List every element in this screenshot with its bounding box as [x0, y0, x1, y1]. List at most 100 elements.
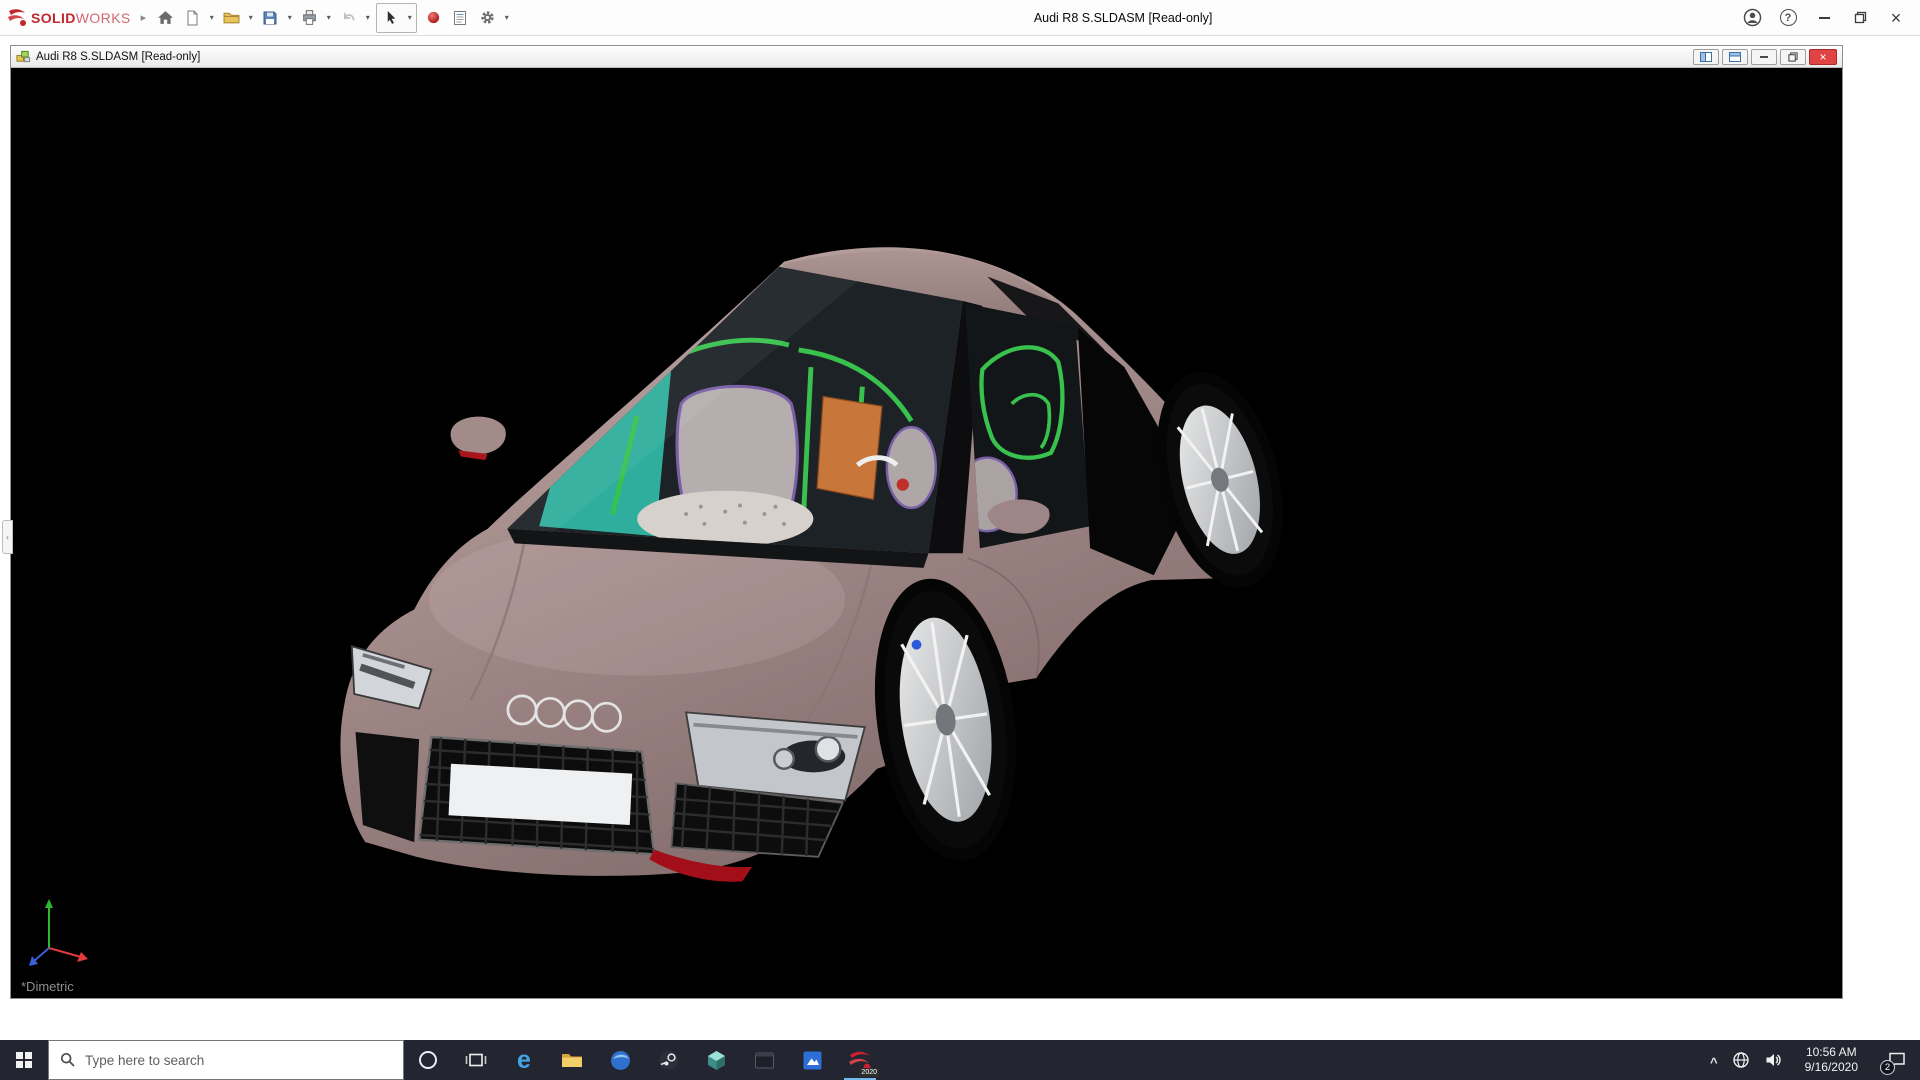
- app-close-button[interactable]: ×: [1878, 0, 1914, 36]
- chevron-up-icon: ^: [1710, 1055, 1718, 1070]
- rebuild-button[interactable]: [420, 4, 446, 32]
- edge-icon: e: [517, 1048, 531, 1073]
- select-tool-dropdown-icon[interactable]: ▾: [404, 4, 415, 32]
- new-document-dropdown-icon[interactable]: ▾: [206, 4, 217, 32]
- doc-close-button[interactable]: ×: [1809, 49, 1837, 65]
- app-window-controls: ? ×: [1734, 0, 1914, 36]
- help-button[interactable]: ?: [1770, 0, 1806, 36]
- undo-dropdown-icon[interactable]: ▾: [362, 4, 373, 32]
- window-layout-button-1[interactable]: [1693, 49, 1719, 65]
- speaker-icon: [1764, 1051, 1782, 1069]
- left-mirror: [451, 417, 506, 454]
- solidworks-wordmark: SOLIDWORKS: [31, 10, 131, 26]
- pinned-app-4-icon: [753, 1049, 776, 1072]
- license-plate: [449, 764, 633, 825]
- action-center-button[interactable]: 2: [1874, 1040, 1920, 1080]
- print-dropdown-icon[interactable]: ▾: [323, 4, 334, 32]
- select-tool-group: ▾: [376, 3, 417, 33]
- tile-pane-icon: [1729, 52, 1741, 62]
- graphics-viewport[interactable]: *Dimetric: [11, 68, 1842, 998]
- close-icon: ×: [1891, 9, 1902, 27]
- new-document-button[interactable]: [179, 4, 205, 32]
- view-orientation-label: *Dimetric: [21, 979, 74, 994]
- help-icon: ?: [1780, 9, 1797, 26]
- task-view-button[interactable]: [452, 1040, 500, 1080]
- file-properties-button[interactable]: [447, 4, 473, 32]
- windows-taskbar: Type here to search e: [0, 1040, 1920, 1080]
- solidworks-logo-icon: [6, 7, 28, 29]
- file-explorer-icon: [560, 1048, 584, 1072]
- app-restore-button[interactable]: [1842, 0, 1878, 36]
- pinned-app-2-button[interactable]: [644, 1040, 692, 1080]
- options-button[interactable]: [474, 4, 500, 32]
- pinned-app-2-icon: [657, 1049, 680, 1072]
- open-dropdown-icon[interactable]: ▾: [245, 4, 256, 32]
- solidworks-taskbar-button[interactable]: 2020: [836, 1040, 884, 1080]
- document-titlebar[interactable]: Audi R8 S.SLDASM [Read-only]: [11, 46, 1842, 68]
- toolbar-flyout-arrow-icon[interactable]: ▸: [141, 11, 147, 24]
- volume-button[interactable]: [1757, 1040, 1789, 1080]
- desktop-screen: SOLIDWORKS ▸ ▾ ▾: [0, 0, 1920, 1080]
- network-globe-icon: [1732, 1051, 1750, 1069]
- car-3d-model[interactable]: [331, 232, 1286, 894]
- edge-button[interactable]: e: [500, 1040, 548, 1080]
- notification-count-badge: 2: [1880, 1060, 1895, 1075]
- cortana-icon: [417, 1049, 439, 1071]
- pinned-app-5-icon: [801, 1049, 824, 1072]
- app-titlebar: SOLIDWORKS ▸ ▾ ▾: [0, 0, 1920, 36]
- pinned-app-1-icon: [609, 1049, 632, 1072]
- system-tray: ^ 10:56 AM 9/16/2020: [1703, 1040, 1920, 1080]
- windows-logo-icon: [16, 1052, 32, 1068]
- cortana-button[interactable]: [404, 1040, 452, 1080]
- minimize-icon: [1760, 56, 1768, 58]
- gear-icon: [479, 9, 496, 26]
- network-button[interactable]: [1725, 1040, 1757, 1080]
- document-window: Audi R8 S.SLDASM [Read-only]: [10, 45, 1843, 999]
- pinned-app-3-button[interactable]: [692, 1040, 740, 1080]
- restore-icon: [1854, 11, 1867, 24]
- home-button[interactable]: [152, 4, 178, 32]
- undo-button[interactable]: [335, 4, 361, 32]
- close-icon: ×: [1819, 51, 1826, 63]
- tray-expand-button[interactable]: ^: [1703, 1040, 1725, 1080]
- file-properties-icon: [452, 10, 468, 26]
- save-dropdown-icon[interactable]: ▾: [284, 4, 295, 32]
- open-folder-icon: [223, 9, 240, 26]
- app-window-title: Audi R8 S.SLDASM [Read-only]: [512, 11, 1734, 25]
- home-icon: [157, 9, 174, 26]
- print-button[interactable]: [296, 4, 322, 32]
- panel-collapse-tab[interactable]: ‹: [2, 520, 13, 554]
- app-minimize-button[interactable]: [1806, 0, 1842, 36]
- pinned-app-4-button[interactable]: [740, 1040, 788, 1080]
- account-icon: [1743, 8, 1762, 27]
- search-icon: [60, 1052, 76, 1068]
- doc-minimize-button[interactable]: [1751, 49, 1777, 65]
- window-layout-button-2[interactable]: [1722, 49, 1748, 65]
- clock[interactable]: 10:56 AM 9/16/2020: [1789, 1040, 1874, 1080]
- minimize-icon: [1819, 17, 1830, 19]
- file-explorer-button[interactable]: [548, 1040, 596, 1080]
- orientation-triad[interactable]: [25, 892, 95, 972]
- clock-date: 9/16/2020: [1805, 1060, 1858, 1075]
- doc-restore-button[interactable]: [1780, 49, 1806, 65]
- select-arrow-icon: [384, 10, 399, 25]
- search-placeholder: Type here to search: [85, 1053, 204, 1068]
- start-button[interactable]: [0, 1040, 48, 1080]
- taskbar-search[interactable]: Type here to search: [48, 1040, 404, 1080]
- print-icon: [301, 9, 318, 26]
- clock-time: 10:56 AM: [1805, 1045, 1858, 1060]
- quick-access-toolbar: ▾ ▾ ▾: [152, 3, 512, 33]
- open-button[interactable]: [218, 4, 244, 32]
- save-icon: [262, 10, 278, 26]
- document-window-controls: ×: [1693, 49, 1837, 65]
- select-tool-button[interactable]: [378, 4, 404, 32]
- pinned-app-5-button[interactable]: [788, 1040, 836, 1080]
- pinned-app-1-button[interactable]: [596, 1040, 644, 1080]
- undo-icon: [340, 9, 357, 26]
- options-dropdown-icon[interactable]: ▾: [501, 4, 512, 32]
- account-button[interactable]: [1734, 0, 1770, 36]
- save-button[interactable]: [257, 4, 283, 32]
- solidworks-year-badge: 2020: [859, 1068, 879, 1077]
- split-pane-icon: [1700, 52, 1712, 62]
- new-document-icon: [184, 10, 200, 26]
